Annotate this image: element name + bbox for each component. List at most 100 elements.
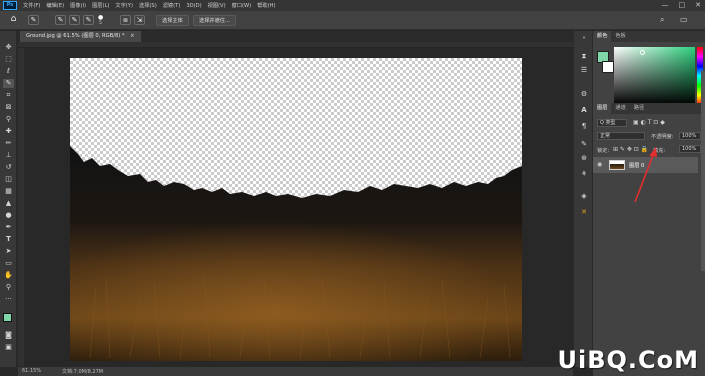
tab-swatches[interactable]: 色板 <box>611 31 629 42</box>
dodge-tool-icon[interactable]: ● <box>3 211 14 220</box>
photoshop-logo: Ps <box>3 1 17 10</box>
tab-paths[interactable]: 路径 <box>630 103 648 114</box>
subtract-from-selection-icon[interactable]: ✎ <box>83 15 94 25</box>
foreground-color-swatch[interactable] <box>3 313 12 322</box>
document-tab[interactable]: Ground.jpg @ 61.5% (图层 0, RGB/8) * × <box>20 31 141 42</box>
type-tool-icon[interactable]: T <box>3 235 14 244</box>
select-and-mask-button[interactable]: 选择并遮住... <box>193 15 236 26</box>
properties-panel-icon[interactable]: ☰ <box>578 65 590 75</box>
blur-tool-icon[interactable]: ▲ <box>3 199 14 208</box>
quick-mask-icon[interactable]: ◙ <box>3 331 14 340</box>
path-selection-icon[interactable]: ➤ <box>3 247 14 256</box>
annotation-arrow <box>634 147 657 203</box>
tab-color[interactable]: 颜色 <box>593 31 612 42</box>
menu-edit[interactable]: 编辑(E) <box>46 2 64 9</box>
lock-label: 锁定: <box>597 148 610 154</box>
opacity-input[interactable]: 100% <box>679 132 701 140</box>
home-icon[interactable]: ⌂ <box>8 15 19 25</box>
fill-input[interactable]: 100% <box>679 145 701 153</box>
history-brush-icon[interactable]: ↺ <box>3 163 14 172</box>
new-selection-icon[interactable]: ✎ <box>55 15 66 25</box>
healing-brush-icon[interactable]: ✚ <box>3 127 14 136</box>
tab-close-icon[interactable]: × <box>130 33 134 39</box>
lasso-tool-icon[interactable]: ℓ <box>3 67 14 76</box>
menu-image[interactable]: 图像(I) <box>70 2 86 9</box>
canvas-image <box>70 146 522 361</box>
brush-dot-icon: ● <box>98 14 104 21</box>
brush-size[interactable]: 5 <box>99 21 102 26</box>
menu-type[interactable]: 文字(Y) <box>115 2 133 9</box>
menu-3d[interactable]: 3D(D) <box>186 3 201 9</box>
close-window-button[interactable]: ✕ <box>695 1 701 9</box>
quick-selection-tool-icon[interactable]: ✎ <box>28 15 39 25</box>
eraser-tool-icon[interactable]: ◫ <box>3 175 14 184</box>
menu-view[interactable]: 视图(V) <box>208 2 226 9</box>
color-picker-field[interactable] <box>614 47 695 105</box>
adjust-panel-icon[interactable]: ⚙ <box>578 89 590 99</box>
search-icon[interactable]: ⌕ <box>660 15 664 25</box>
opacity-label: 不透明度: <box>651 134 674 140</box>
options-bar: ⌂ ✎ ✎ ✎ ✎ ● 5 ⧈ ⇲ 选择主体 选择并遮住... ⌕ ▭ <box>0 11 705 30</box>
layer-thumbnail <box>609 160 625 170</box>
visibility-eye-icon[interactable]: ◉ <box>597 161 602 168</box>
frame-tool-icon[interactable]: ⊠ <box>3 103 14 112</box>
menu-bar: Ps 文件(F) 编辑(E) 图像(I) 图层(L) 文字(Y) 选择(S) 滤… <box>0 0 705 11</box>
blend-mode-select[interactable]: 正常 <box>597 132 645 140</box>
maximize-button[interactable]: □ <box>679 1 686 9</box>
hand-tool-icon[interactable]: ✋ <box>3 271 14 280</box>
move-tool-icon[interactable]: ✥ <box>3 43 14 52</box>
gradient-tool-icon[interactable]: ▦ <box>3 187 14 196</box>
quick-selection-tool-icon[interactable]: ✎ <box>3 79 14 88</box>
tab-layers[interactable]: 图层 <box>593 103 612 114</box>
panel-icon-strip: « ⧗ ☰ ⚙ A ¶ ✎ ⊕ ⚘ ◈ ✕ <box>573 31 592 367</box>
clone-source-icon[interactable]: ⊕ <box>578 153 590 163</box>
sample-all-layers-icon[interactable]: ⧈ <box>120 15 131 25</box>
enhance-edge-icon[interactable]: ⇲ <box>134 15 145 25</box>
menu-select[interactable]: 选择(S) <box>139 2 157 9</box>
pen-tool-icon[interactable]: ✒ <box>3 223 14 232</box>
image-canvas[interactable] <box>70 58 522 361</box>
marquee-tool-icon[interactable]: ⬚ <box>3 55 14 64</box>
zoom-level[interactable]: 61.15% <box>22 368 41 374</box>
layer-filter-icons[interactable]: ▣ ◐ T ⊡ ◆ <box>633 119 665 126</box>
field-glow <box>70 198 522 361</box>
zoom-tool-icon[interactable]: ⚲ <box>3 283 14 292</box>
horizontal-ruler[interactable] <box>18 42 573 48</box>
tab-channels[interactable]: 通道 <box>611 103 629 114</box>
styles-panel-icon[interactable]: ⚘ <box>578 169 590 179</box>
rectangle-tool-icon[interactable]: ▭ <box>3 259 14 268</box>
bg-color-swatch[interactable] <box>602 61 614 73</box>
menu-layer[interactable]: 图层(L) <box>92 2 109 9</box>
layer-filter-select[interactable]: Q 类型 <box>597 119 627 127</box>
history-panel-icon[interactable]: ⧗ <box>578 51 590 61</box>
layers-panel-tabs: 图层 通道 路径 <box>593 103 705 114</box>
more-tools-icon[interactable]: ··· <box>3 295 14 304</box>
character-panel-icon[interactable]: A <box>578 105 590 115</box>
panel-scrollbar[interactable] <box>701 71 705 271</box>
status-bar: 61.15% 文档:7.0M/8.27M <box>18 367 573 376</box>
color-panel-tabs: 颜色 色板 <box>593 31 705 42</box>
eyedropper-tool-icon[interactable]: ⚲ <box>3 115 14 124</box>
menu-filter[interactable]: 滤镜(T) <box>163 2 181 9</box>
menu-help[interactable]: 帮助(H) <box>257 2 275 9</box>
clone-stamp-icon[interactable]: ⊥ <box>3 151 14 160</box>
color-picker-cursor[interactable] <box>640 50 645 55</box>
document-tab-strip: Ground.jpg @ 61.5% (图层 0, RGB/8) * × <box>18 31 573 42</box>
brush-tool-icon[interactable]: ✏ <box>3 139 14 148</box>
select-subject-button[interactable]: 选择主体 <box>156 15 189 26</box>
3d-panel-icon[interactable]: ◈ <box>578 191 590 201</box>
add-to-selection-icon[interactable]: ✎ <box>69 15 80 25</box>
document-tab-title: Ground.jpg @ 61.5% (图层 0, RGB/8) * <box>26 33 125 39</box>
document-info[interactable]: 文档:7.0M/8.27M <box>62 368 103 375</box>
crop-tool-icon[interactable]: ⌗ <box>3 91 14 100</box>
screen-mode-icon[interactable]: ▣ <box>3 343 14 352</box>
workspace-icon[interactable]: ▭ <box>680 15 688 24</box>
minimize-button[interactable]: — <box>662 1 669 9</box>
vertical-ruler[interactable] <box>18 48 24 366</box>
paragraph-panel-icon[interactable]: ¶ <box>578 121 590 131</box>
menu-window[interactable]: 窗口(W) <box>232 2 252 9</box>
brush-panel-icon[interactable]: ✎ <box>578 139 590 149</box>
collapse-panels-icon[interactable]: « <box>578 33 590 43</box>
menu-file[interactable]: 文件(F) <box>23 2 40 9</box>
tools-preset-icon[interactable]: ✕ <box>578 207 590 217</box>
